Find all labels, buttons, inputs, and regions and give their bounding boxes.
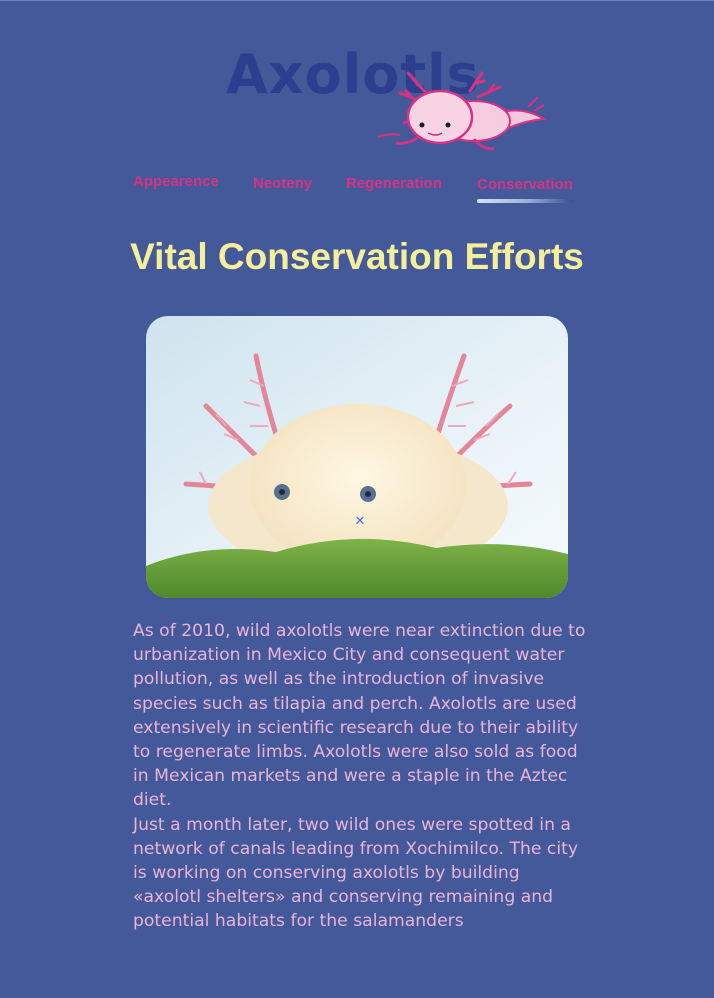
crosshair-cursor-icon: ✕: [354, 514, 366, 529]
paragraph-1: As of 2010, wild axolotls were near exti…: [133, 621, 586, 811]
section-heading: Vital Conservation Efforts: [130, 236, 584, 277]
nav-link-regeneration[interactable]: Regeneration: [346, 175, 442, 192]
nav-link-neoteny[interactable]: Neoteny: [253, 175, 312, 192]
article-body: As of 2010, wild axolotls were near exti…: [133, 619, 588, 934]
main-nav: Appearence Neoteny Regeneration Conserva…: [133, 173, 593, 213]
nav-link-conservation[interactable]: Conservation: [477, 176, 573, 193]
axolotl-photo: [146, 316, 568, 598]
active-nav-indicator: [477, 199, 573, 203]
axolotl-logo-icon: [377, 63, 548, 153]
nav-link-appearence[interactable]: Appearence: [133, 173, 219, 190]
paragraph-2: Just a month later, two wild ones were s…: [133, 814, 579, 932]
